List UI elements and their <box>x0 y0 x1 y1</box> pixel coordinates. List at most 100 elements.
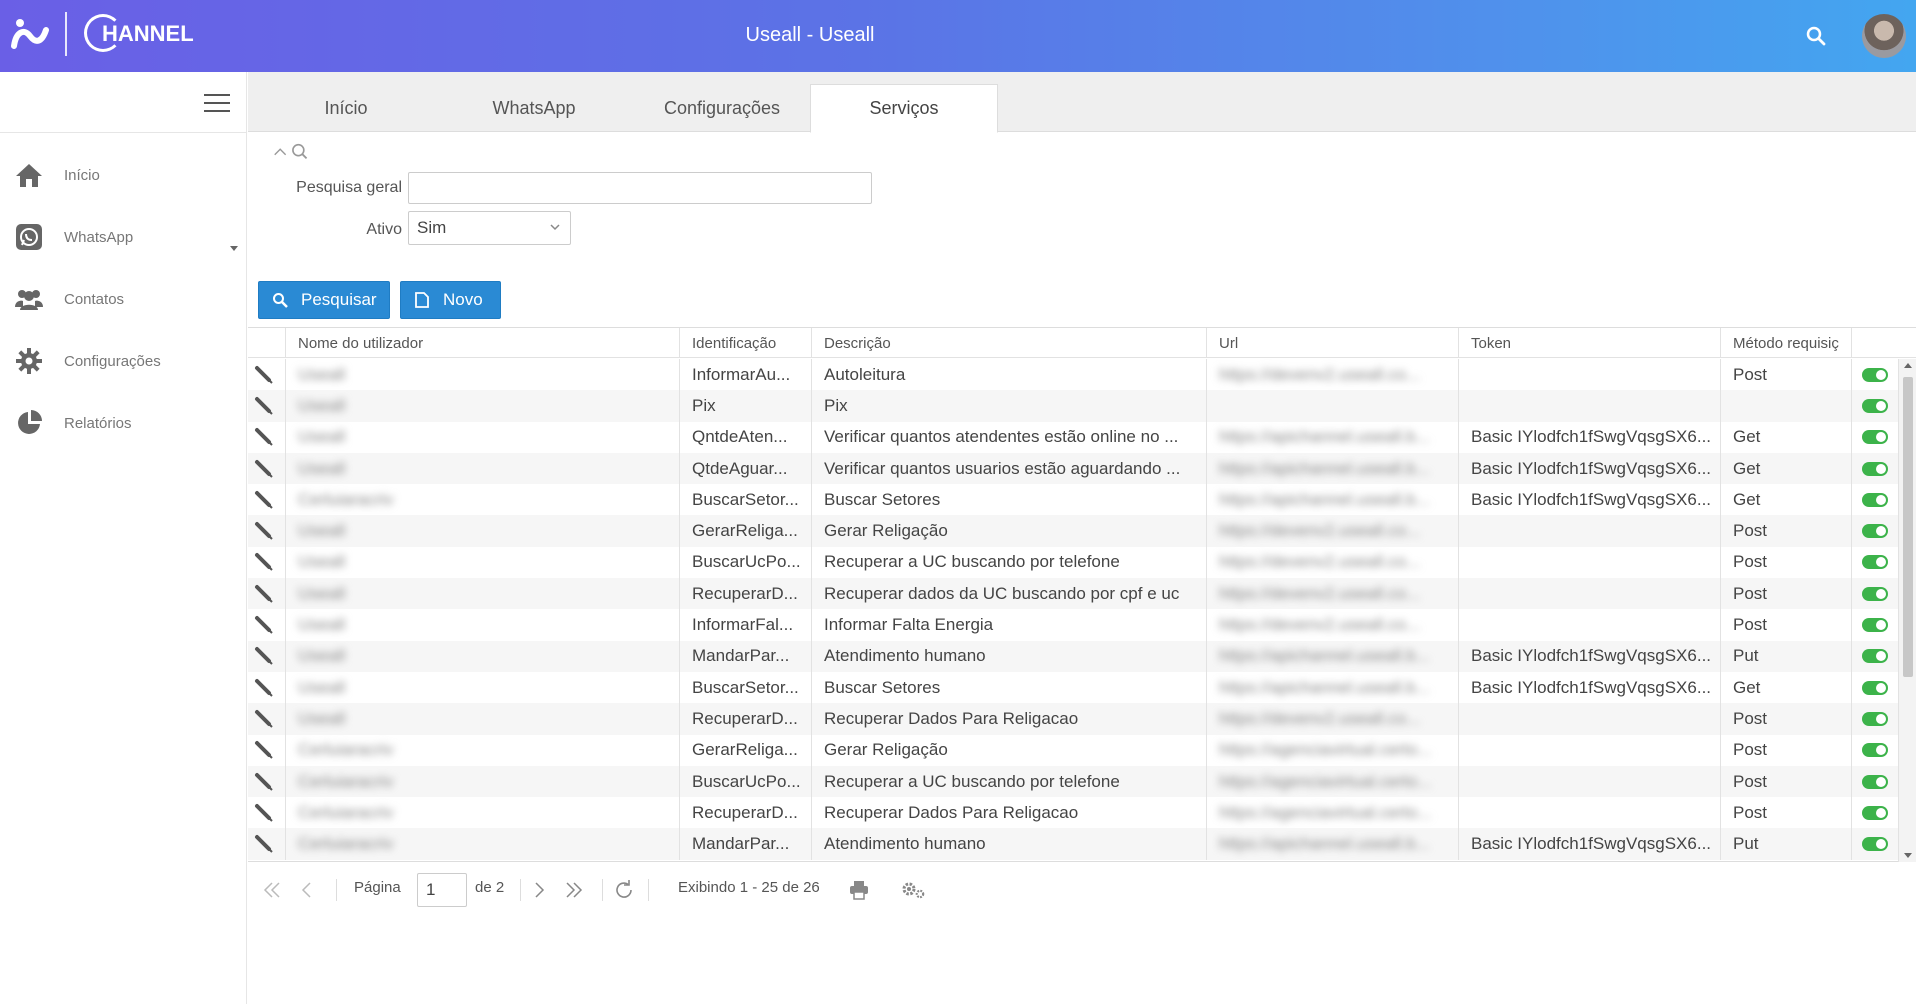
column-header-identification[interactable]: Identificação <box>679 328 811 358</box>
last-page-icon[interactable] <box>562 875 586 905</box>
edit-icon[interactable] <box>248 703 284 734</box>
active-toggle[interactable] <box>1862 461 1888 476</box>
active-select[interactable]: Sim <box>408 211 571 245</box>
table-row[interactable]: Useall MandarPar... Atendimento humano http… <box>248 640 1898 672</box>
new-button[interactable]: Novo <box>400 281 501 319</box>
table-row[interactable]: Useall BuscarSetor... Buscar Setores https:… <box>248 671 1898 704</box>
table-row[interactable]: Useall QntdeAten... Verificar quantos aten… <box>248 421 1898 453</box>
tab-servicos[interactable]: Serviços <box>810 84 998 133</box>
table-row[interactable]: Useall RecuperarD... Recuperar dados da UC… <box>248 578 1898 610</box>
table-row[interactable]: Cerluiaracriv BuscarUcPo... Recuperar a UC… <box>248 765 1898 798</box>
edit-icon[interactable] <box>248 735 284 766</box>
chevron-down-icon[interactable] <box>230 246 238 251</box>
search-button[interactable]: Pesquisar <box>258 281 390 319</box>
sidebar-item-contatos[interactable]: Contatos <box>0 268 247 330</box>
active-toggle[interactable] <box>1862 367 1888 382</box>
cell-description-text: Verificar quantos atendentes estão onlin… <box>824 427 1179 447</box>
table-row[interactable]: Cerluiaracriv GerarReliga... Gerar Religaç… <box>248 734 1898 766</box>
edit-icon[interactable] <box>248 609 284 640</box>
cell-method: Get <box>1720 484 1851 516</box>
settings-icon[interactable] <box>900 875 926 905</box>
cell-identification-text: BuscarSetor... <box>692 489 799 509</box>
vertical-scrollbar[interactable] <box>1898 359 1916 862</box>
table-row[interactable]: Useall Pix Pix <box>248 390 1898 422</box>
edit-icon[interactable] <box>248 672 284 703</box>
table-row[interactable]: Useall GerarReliga... Gerar Religação https… <box>248 515 1898 547</box>
collapse-filter-icon[interactable] <box>272 142 312 162</box>
edit-icon[interactable] <box>248 578 284 609</box>
contacts-icon <box>13 283 45 315</box>
edit-icon[interactable] <box>248 797 284 828</box>
active-toggle[interactable] <box>1862 524 1888 539</box>
scroll-down-icon[interactable] <box>1904 853 1912 858</box>
active-toggle[interactable] <box>1862 774 1888 789</box>
cell-url-text: https://agenciavirtual.certo... <box>1219 802 1432 822</box>
table-row[interactable]: Useall RecuperarD... Recuperar Dados Para … <box>248 703 1898 735</box>
table-row[interactable]: Cerluiaracriv MandarPar... Atendimento hum… <box>248 828 1898 860</box>
next-page-icon[interactable] <box>532 875 548 905</box>
column-header-method[interactable]: Método requisiç <box>1720 328 1851 358</box>
cell-user: Useall <box>285 421 679 453</box>
table-row[interactable]: Useall InformarAu... Autoleitura https://de… <box>248 359 1898 391</box>
edit-icon[interactable] <box>248 359 284 390</box>
table-row[interactable]: Useall BuscarUcPo... Recuperar a UC buscan… <box>248 546 1898 579</box>
search-input[interactable] <box>408 172 872 204</box>
search-icon[interactable] <box>1804 24 1828 48</box>
column-header-url[interactable]: Url <box>1206 328 1458 358</box>
avatar[interactable] <box>1862 14 1906 58</box>
main-content: Início WhatsApp Configurações Serviços P… <box>248 72 1916 1004</box>
active-toggle[interactable] <box>1862 649 1888 664</box>
cell-description-text: Informar Falta Energia <box>824 615 994 635</box>
column-header-token[interactable]: Token <box>1458 328 1720 358</box>
edit-icon[interactable] <box>248 390 284 421</box>
edit-icon[interactable] <box>248 766 284 797</box>
active-toggle[interactable] <box>1862 555 1888 570</box>
active-toggle[interactable] <box>1862 492 1888 507</box>
sidebar-item-configuracoes[interactable]: Configurações <box>0 330 247 392</box>
edit-icon[interactable] <box>248 422 284 453</box>
active-toggle[interactable] <box>1862 837 1888 852</box>
edit-icon[interactable] <box>248 453 284 484</box>
column-header-description[interactable]: Descrição <box>811 328 1206 358</box>
active-toggle[interactable] <box>1862 743 1888 758</box>
sidebar: Início WhatsApp Contatos Configurações R… <box>0 72 247 1004</box>
edit-icon[interactable] <box>248 515 284 546</box>
refresh-icon[interactable] <box>612 875 636 905</box>
sidebar-item-inicio[interactable]: Início <box>0 144 247 206</box>
sidebar-item-whatsapp[interactable]: WhatsApp <box>0 206 247 268</box>
active-toggle[interactable] <box>1862 711 1888 726</box>
cell-method: Post <box>1720 609 1851 641</box>
previous-page-icon[interactable] <box>298 875 314 905</box>
page-number-input[interactable]: 1 <box>417 873 467 907</box>
edit-icon[interactable] <box>248 828 284 859</box>
table-row[interactable]: Useall QtdeAguar... Verificar quantos usua… <box>248 452 1898 485</box>
hamburger-icon[interactable] <box>204 94 230 114</box>
table-row[interactable]: Useall InformarFal... Informar Falta Energ… <box>248 609 1898 641</box>
edit-icon[interactable] <box>248 547 284 578</box>
cell-identification-text: RecuperarD... <box>692 583 798 603</box>
scrollbar-thumb[interactable] <box>1903 377 1913 677</box>
scroll-up-icon[interactable] <box>1904 363 1912 368</box>
active-toggle[interactable] <box>1862 680 1888 695</box>
tab-configuracoes[interactable]: Configurações <box>628 84 816 133</box>
active-toggle[interactable] <box>1862 398 1888 413</box>
active-toggle[interactable] <box>1862 805 1888 820</box>
active-toggle[interactable] <box>1862 618 1888 633</box>
tab-inicio[interactable]: Início <box>252 84 440 133</box>
column-header-user[interactable]: Nome do utilizador <box>285 328 679 358</box>
page-total: de 2 <box>475 879 505 896</box>
search-label: Pesquisa geral <box>296 179 402 196</box>
first-page-icon[interactable] <box>260 875 284 905</box>
active-toggle[interactable] <box>1862 430 1888 445</box>
edit-icon[interactable] <box>248 641 284 672</box>
cell-active <box>1851 421 1898 453</box>
tab-whatsapp[interactable]: WhatsApp <box>440 84 628 133</box>
edit-icon[interactable] <box>248 484 284 515</box>
sidebar-item-relatorios[interactable]: Relatórios <box>0 392 247 454</box>
cell-user: Useall <box>285 578 679 610</box>
table-row[interactable]: Cerluiaracriv BuscarSetor... Buscar Setore… <box>248 484 1898 516</box>
active-toggle[interactable] <box>1862 586 1888 601</box>
table-row[interactable]: Cerluiaracriv RecuperarD... Recuperar Dado… <box>248 797 1898 829</box>
cell-description: Informar Falta Energia <box>811 609 1206 641</box>
print-icon[interactable] <box>848 875 870 905</box>
